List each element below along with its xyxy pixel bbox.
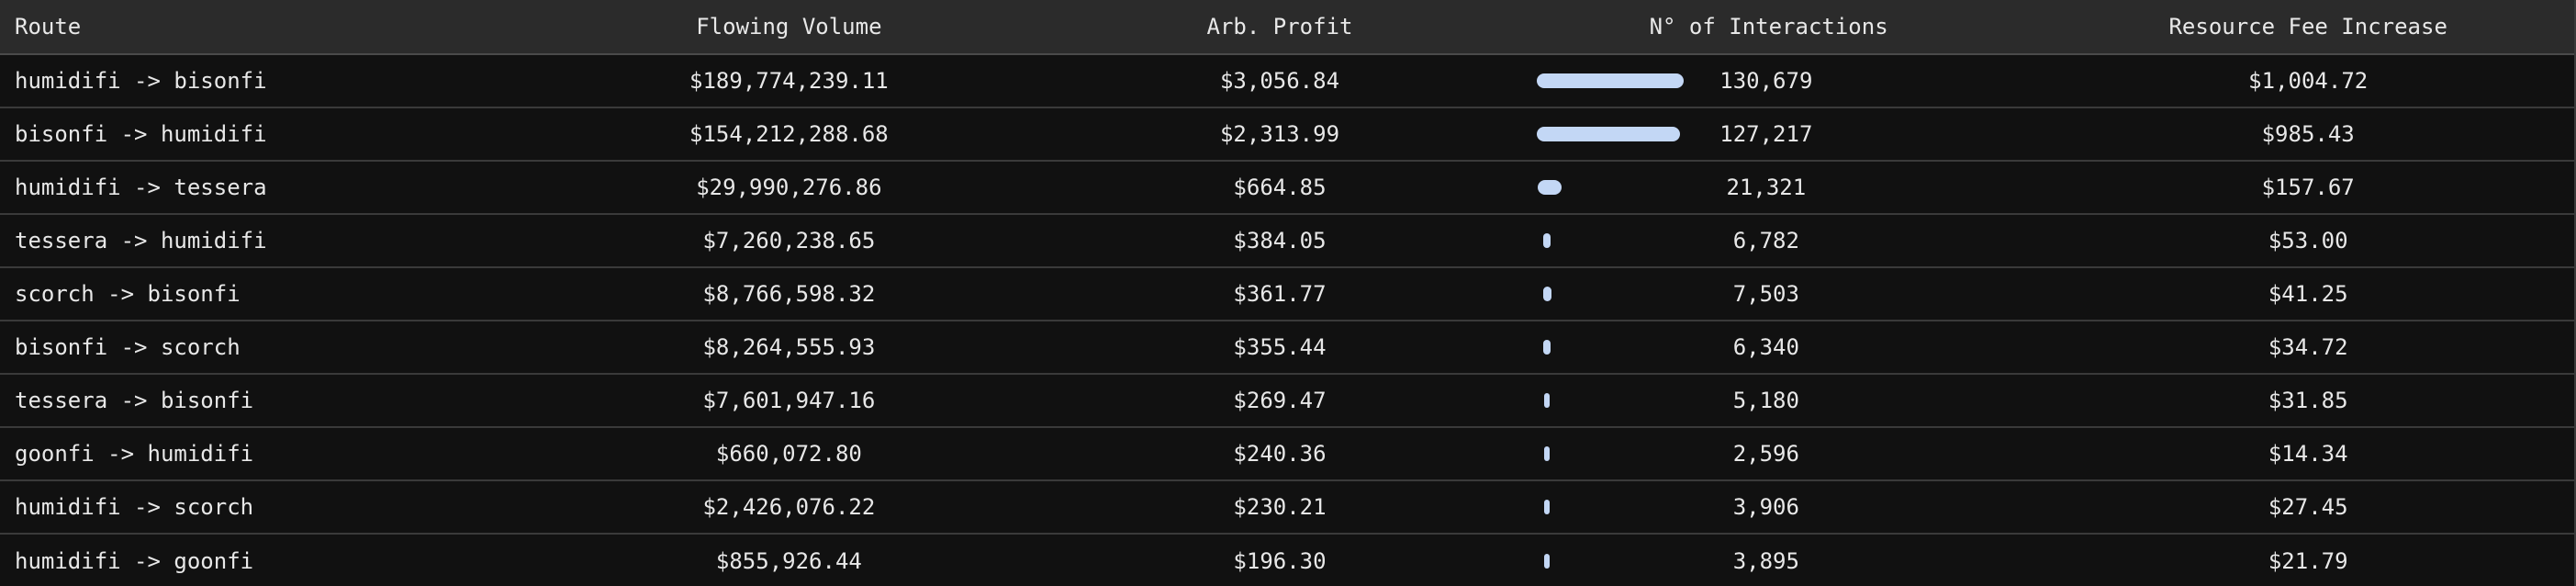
interactions-bar — [1536, 73, 1684, 88]
resource-fee-increase-cell: $1,004.72 — [2248, 68, 2369, 94]
interactions-value: 3,895 — [1732, 548, 1799, 574]
interactions-bar-track: 130,679 — [1536, 55, 1996, 107]
flowing-volume-cell: $2,426,076.22 — [702, 494, 876, 520]
table-row[interactable]: tessera -> bisonfi $7,601,947.16 $269.47 5,… — [0, 375, 2574, 428]
table-row[interactable]: tessera -> humidifi $7,260,238.65 $384.05 6… — [0, 215, 2574, 268]
route-cell: goonfi -> humidifi — [15, 441, 254, 467]
resource-fee-increase-cell: $27.45 — [2268, 494, 2348, 520]
interactions-bar-track: 5,180 — [1537, 375, 1996, 426]
column-header-resource-fee-increase[interactable]: Resource Fee Increase — [2042, 14, 2574, 39]
flowing-volume-cell: $7,260,238.65 — [702, 228, 876, 254]
resource-fee-increase-cell: $31.85 — [2268, 388, 2348, 413]
interactions-cell: 6,782 — [1495, 215, 2043, 266]
interactions-bar-track: 2,596 — [1537, 428, 1996, 479]
flowing-volume-cell: $660,072.80 — [715, 441, 862, 467]
interactions-value: 130,679 — [1719, 68, 1813, 94]
arb-profit-cell: $664.85 — [1233, 175, 1327, 200]
interactions-cell: 2,596 — [1495, 428, 2043, 479]
resource-fee-increase-cell: $41.25 — [2268, 281, 2348, 307]
interactions-bar — [1543, 393, 1550, 408]
route-cell: humidifi -> bisonfi — [15, 68, 267, 94]
interactions-cell: 130,679 — [1495, 55, 2043, 107]
resource-fee-increase-cell: $985.43 — [2261, 121, 2355, 147]
interactions-bar — [1543, 446, 1550, 461]
arb-profit-cell: $230.21 — [1233, 494, 1327, 520]
interactions-bar — [1536, 127, 1680, 141]
column-header-interactions-label: N° of Interactions — [1649, 14, 1888, 39]
flowing-volume-cell: $8,264,555.93 — [702, 334, 876, 360]
interactions-bar-track: 3,895 — [1537, 535, 1996, 586]
arb-profit-cell: $2,313.99 — [1219, 121, 1340, 147]
arb-profit-cell: $240.36 — [1233, 441, 1327, 467]
column-header-route[interactable]: Route — [0, 14, 514, 39]
table-row[interactable]: bisonfi -> humidifi $154,212,288.68 $2,313… — [0, 108, 2574, 162]
interactions-bar-track: 3,906 — [1537, 481, 1996, 533]
interactions-bar-track: 21,321 — [1537, 162, 1996, 213]
flowing-volume-cell: $8,766,598.32 — [702, 281, 876, 307]
interactions-value: 6,782 — [1732, 228, 1799, 254]
column-header-flowing-volume[interactable]: Flowing Volume — [514, 14, 1065, 39]
column-header-interactions[interactable]: N° of Interactions — [1495, 0, 2043, 53]
arbitrage-routes-table: Route Flowing Volume Arb. Profit N° of I… — [0, 0, 2576, 586]
interactions-value: 7,503 — [1732, 281, 1799, 307]
arb-profit-cell: $361.77 — [1233, 281, 1327, 307]
flowing-volume-cell: $154,212,288.68 — [689, 121, 889, 147]
table-row[interactable]: humidifi -> bisonfi $189,774,239.11 $3,056… — [0, 55, 2574, 108]
resource-fee-increase-cell: $157.67 — [2261, 175, 2355, 200]
interactions-bar-track: 6,340 — [1537, 321, 1996, 373]
interactions-cell: 3,895 — [1495, 535, 2043, 586]
interactions-cell: 7,503 — [1495, 268, 2043, 320]
interactions-bar — [1542, 233, 1551, 248]
table-row[interactable]: scorch -> bisonfi $8,766,598.32 $361.77 7,5… — [0, 268, 2574, 321]
interactions-cell: 127,217 — [1495, 108, 2043, 160]
interactions-cell: 3,906 — [1495, 481, 2043, 533]
interactions-value: 2,596 — [1732, 441, 1799, 467]
interactions-value: 127,217 — [1719, 121, 1813, 147]
interactions-bar — [1543, 554, 1550, 569]
resource-fee-increase-cell: $34.72 — [2268, 334, 2348, 360]
arb-profit-cell: $269.47 — [1233, 388, 1327, 413]
interactions-bar-track: 127,217 — [1536, 108, 1996, 160]
route-cell: scorch -> bisonfi — [15, 281, 241, 307]
route-cell: bisonfi -> scorch — [15, 334, 241, 360]
interactions-bar — [1542, 287, 1551, 301]
table-row[interactable]: bisonfi -> scorch $8,264,555.93 $355.44 6,3… — [0, 321, 2574, 375]
interactions-bar-track: 6,782 — [1537, 215, 1996, 266]
arb-profit-cell: $196.30 — [1233, 548, 1327, 574]
table-body: humidifi -> bisonfi $189,774,239.11 $3,056… — [0, 55, 2574, 586]
interactions-cell: 5,180 — [1495, 375, 2043, 426]
column-header-arb-profit[interactable]: Arb. Profit — [1064, 14, 1495, 39]
table-row[interactable]: humidifi -> goonfi $855,926.44 $196.30 3,89… — [0, 535, 2574, 586]
route-cell: bisonfi -> humidifi — [15, 121, 267, 147]
arb-profit-cell: $355.44 — [1233, 334, 1327, 360]
interactions-value: 3,906 — [1732, 494, 1799, 520]
route-cell: humidifi -> goonfi — [15, 548, 254, 574]
flowing-volume-cell: $855,926.44 — [715, 548, 862, 574]
route-cell: humidifi -> scorch — [15, 494, 254, 520]
table-header: Route Flowing Volume Arb. Profit N° of I… — [0, 0, 2574, 55]
route-cell: humidifi -> tessera — [15, 175, 267, 200]
table-row[interactable]: goonfi -> humidifi $660,072.80 $240.36 2,59… — [0, 428, 2574, 481]
resource-fee-increase-cell: $14.34 — [2268, 441, 2348, 467]
interactions-bar — [1537, 180, 1562, 195]
table-row[interactable]: humidifi -> scorch $2,426,076.22 $230.21 3,… — [0, 481, 2574, 535]
flowing-volume-cell: $189,774,239.11 — [689, 68, 889, 94]
resource-fee-increase-cell: $21.79 — [2268, 548, 2348, 574]
arb-profit-cell: $384.05 — [1233, 228, 1327, 254]
interactions-bar-track: 7,503 — [1537, 268, 1996, 320]
flowing-volume-cell: $29,990,276.86 — [696, 175, 882, 200]
arb-profit-cell: $3,056.84 — [1219, 68, 1340, 94]
table-row[interactable]: humidifi -> tessera $29,990,276.86 $664.85… — [0, 162, 2574, 215]
interactions-value: 6,340 — [1732, 334, 1799, 360]
flowing-volume-cell: $7,601,947.16 — [702, 388, 876, 413]
interactions-bar — [1542, 340, 1551, 355]
resource-fee-increase-cell: $53.00 — [2268, 228, 2348, 254]
interactions-value: 21,321 — [1726, 175, 1807, 200]
interactions-cell: 6,340 — [1495, 321, 2043, 373]
route-cell: tessera -> humidifi — [15, 228, 267, 254]
interactions-cell: 21,321 — [1495, 162, 2043, 213]
interactions-bar — [1543, 500, 1550, 514]
interactions-value: 5,180 — [1732, 388, 1799, 413]
route-cell: tessera -> bisonfi — [15, 388, 254, 413]
